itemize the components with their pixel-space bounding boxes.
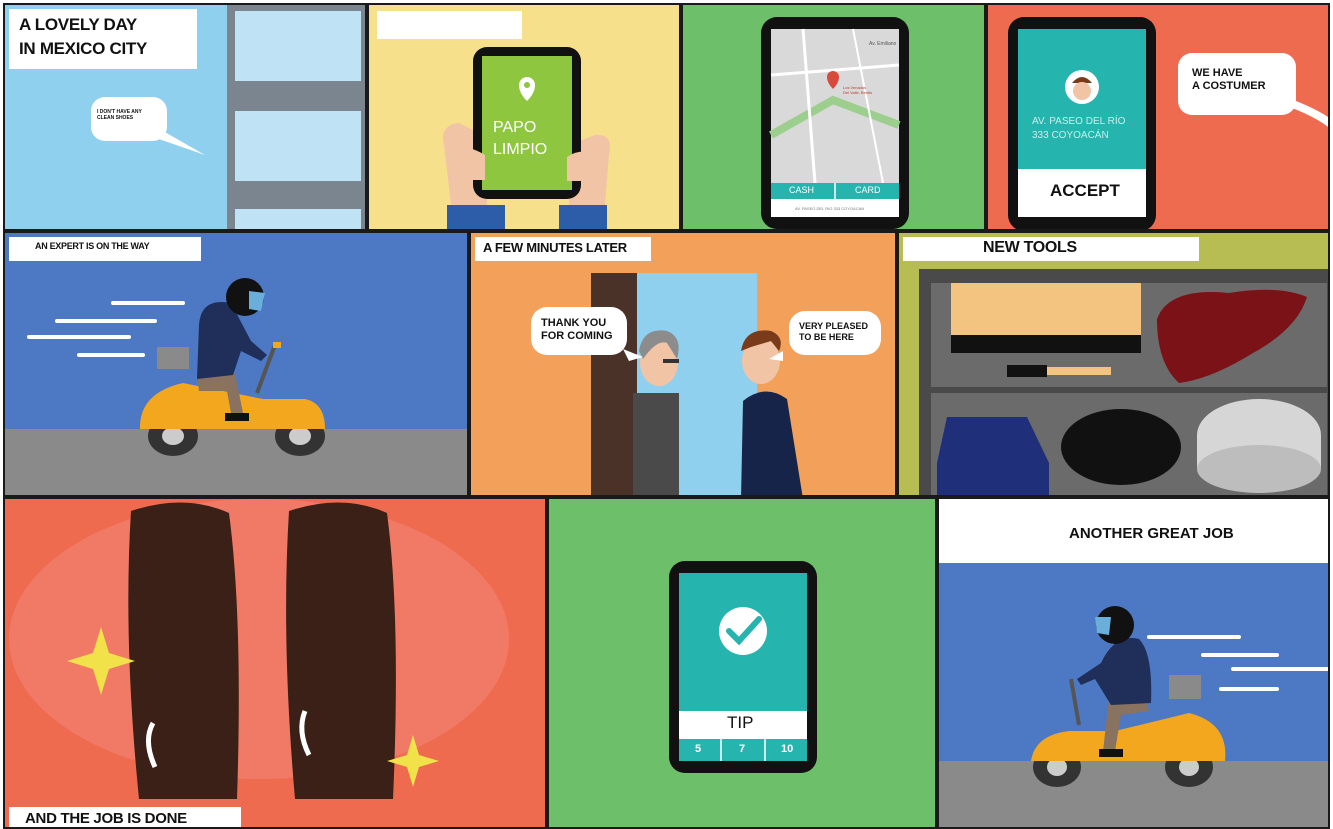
phone-tip	[669, 561, 817, 773]
caption-job-done: AND THE JOB IS DONE	[9, 807, 241, 827]
panel-app-launch: PAPO LIMPIO	[367, 3, 681, 231]
panel-accept: AV. PASEO DEL RÍO 333 COYOACÁN ACCEPT WE…	[986, 3, 1330, 231]
map-pin-label-line: Del Valle, Benito	[843, 90, 873, 95]
caption-minutes-later: A FEW MINUTES LATER	[475, 237, 651, 261]
bubble-line: TO BE HERE	[799, 331, 854, 342]
pay-card-button[interactable]: CARD	[855, 185, 881, 195]
panel-job-done: AND THE JOB IS DONE	[3, 497, 547, 829]
panel-arrival: A FEW MINUTES LATER THANK YOU FOR COMING…	[469, 231, 897, 497]
caption-new-tools: NEW TOOLS	[903, 237, 1199, 261]
panel-tip: TIP 5 7 10	[547, 497, 937, 829]
app-name-line-1: PAPO	[493, 119, 537, 136]
shiny-shoes	[9, 499, 509, 799]
tip-option-5[interactable]: 5	[695, 743, 701, 755]
panel-lovely-day: A LOVELY DAY IN MEXICO CITY I DON'T HAVE…	[3, 3, 367, 231]
bubble-line: VERY PLEASED	[799, 321, 869, 331]
tip-option-10[interactable]: 10	[781, 743, 793, 755]
bubble-tail	[153, 131, 205, 155]
map-pin-label: Los Venados Del Valle, Benito	[843, 85, 872, 95]
map-footer: AV. PASEO DEL RIO 333 COYOACAN	[795, 206, 865, 211]
address-line-1: AV. PASEO DEL RÍO	[1032, 116, 1126, 127]
panel-new-tools: NEW TOOLS	[897, 231, 1330, 497]
address-line-2: 333 COYOACÁN	[1032, 130, 1109, 141]
door-scene	[591, 273, 803, 495]
bubble-line: THANK YOU	[541, 317, 607, 329]
phone-map	[761, 17, 909, 229]
customer-address: AV. PASEO DEL RÍO 333 COYOACÁN	[1032, 115, 1125, 143]
accept-button[interactable]: ACCEPT	[1050, 181, 1120, 201]
speech-bubble-pleased: VERY PLEASED TO BE HERE	[789, 311, 881, 355]
bubble-line: FOR COMING	[541, 330, 613, 343]
tip-option-7[interactable]: 7	[739, 743, 745, 755]
panel-another-job: ANOTHER GREAT JOB	[937, 497, 1330, 829]
pay-cash-button[interactable]: CASH	[789, 185, 814, 195]
scooter-rider-right	[1031, 606, 1328, 787]
scooter-rider	[27, 278, 325, 456]
app-name-line-2: LIMPIO	[493, 141, 548, 158]
map-corner-label: Av. Emiliano	[869, 41, 897, 47]
tool-kit	[919, 269, 1328, 495]
bubble-line: WE HAVE	[1192, 67, 1243, 79]
tip-label: TIP	[727, 713, 754, 732]
caption-expert: AN EXPERT IS ON THE WAY	[9, 237, 201, 261]
bubble-line: A COSTUMER	[1192, 80, 1266, 93]
speech-bubble-customer: WE HAVE A COSTUMER	[1178, 53, 1296, 115]
app-name: PAPO LIMPIO	[493, 117, 547, 161]
speech-bubble-thanks: THANK YOU FOR COMING	[531, 307, 627, 355]
panel-map: Los Venados Del Valle, Benito Av. Emilia…	[681, 3, 986, 231]
panel-expert-on-way: AN EXPERT IS ON THE WAY	[3, 231, 469, 497]
